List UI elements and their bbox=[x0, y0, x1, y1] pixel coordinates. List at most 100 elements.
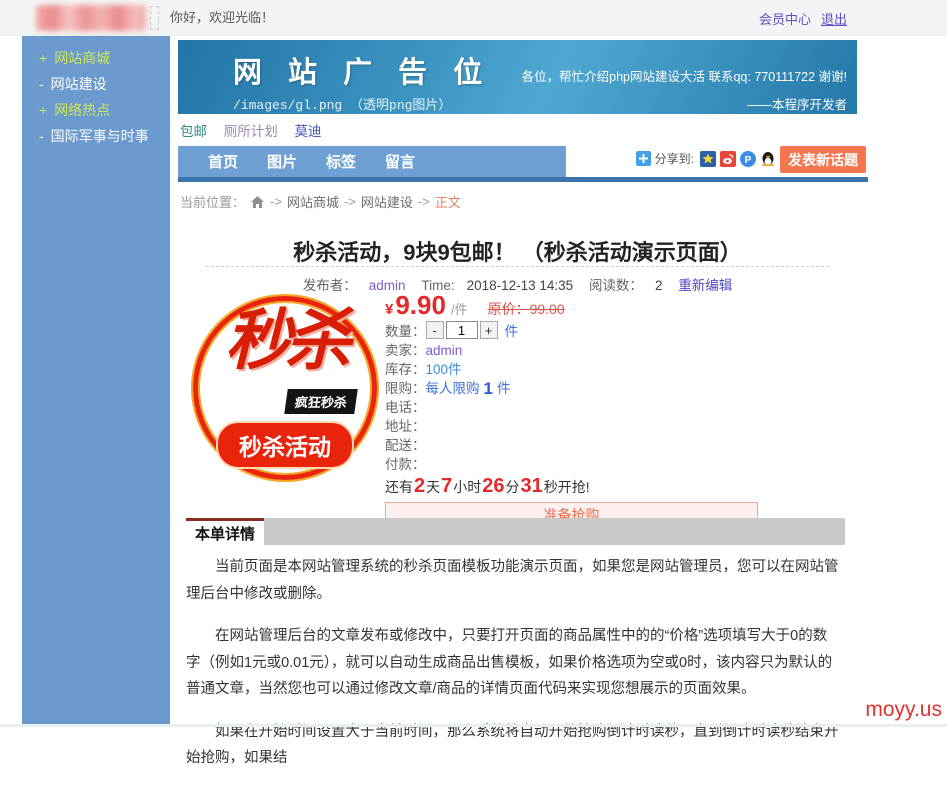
publisher-label: 发布者： bbox=[303, 278, 357, 293]
nav-item-pictures[interactable]: 图片 bbox=[267, 151, 297, 172]
stock-label: 库存： bbox=[385, 362, 426, 377]
countdown-minutes: 26 bbox=[482, 475, 504, 498]
detail-body: 当前页面是本网站管理系统的秒杀页面模板功能演示页面，如果您是网站管理员，您可以在… bbox=[186, 554, 841, 788]
tag-links: 包邮 厕所计划 莫迪 bbox=[180, 120, 335, 140]
stock-row: 库存： 100件 bbox=[385, 362, 758, 377]
breadcrumb-current: 正文 bbox=[435, 192, 461, 211]
countdown-prefix: 还有 bbox=[385, 477, 413, 497]
delivery-label: 配送： bbox=[385, 438, 426, 453]
sidebar-item-website-build[interactable]: -网站建设 bbox=[22, 71, 170, 97]
banner-promo-line2: ——本程序开发者 bbox=[522, 94, 847, 113]
new-topic-button[interactable]: 发表新话题 bbox=[780, 146, 866, 173]
collapse-icon: - bbox=[39, 76, 44, 92]
tag-link-baoyou[interactable]: 包邮 bbox=[180, 124, 207, 139]
welcome-text: 你好，欢迎光临！ bbox=[170, 0, 274, 36]
phone-label: 电话： bbox=[385, 400, 426, 415]
seller-link[interactable]: admin bbox=[426, 343, 463, 358]
topbar-links: 会员中心 退出 bbox=[759, 0, 847, 36]
main-content: 网 站 广 告 位 /images/gl.png （透明png图片） 各位，帮忙… bbox=[178, 40, 857, 727]
quantity-unit: 件 bbox=[505, 320, 519, 340]
sidebar-item-label: 网络热点 bbox=[54, 102, 110, 118]
quantity-row: 数量： - + 件 bbox=[385, 321, 758, 339]
payment-row: 付款： bbox=[385, 457, 758, 472]
share-label: 分享到: bbox=[655, 150, 694, 167]
quantity-input[interactable] bbox=[446, 321, 478, 339]
sidebar-item-world-news[interactable]: -国际军事与时事 bbox=[22, 123, 170, 149]
quantity-minus-button[interactable]: - bbox=[426, 321, 444, 339]
delivery-row: 配送： bbox=[385, 438, 758, 453]
address-label: 地址： bbox=[385, 419, 426, 434]
tag-link-cesuojihua[interactable]: 厕所计划 bbox=[224, 124, 278, 139]
banner-promo-line1: 各位，帮忙介绍php网站建设大活 联系qq: 770111722 谢谢! bbox=[522, 66, 847, 85]
nav-underline bbox=[178, 177, 868, 182]
member-center-link[interactable]: 会员中心 bbox=[759, 9, 811, 28]
banner-left: 网 站 广 告 位 /images/gl.png （透明png图片） bbox=[233, 49, 491, 113]
payment-label: 付款： bbox=[385, 457, 426, 472]
product-image: 秒杀 疯狂秒杀 秒杀活动 bbox=[190, 293, 380, 483]
tab-order-detail[interactable]: 本单详情 bbox=[186, 518, 264, 545]
sidebar-item-hot-topics[interactable]: + 网络热点 bbox=[22, 97, 170, 123]
countdown-hours: 7 bbox=[441, 475, 452, 498]
expand-icon: + bbox=[39, 102, 47, 118]
nav-row: 首页 图片 标签 留言 分享到: P bbox=[178, 146, 868, 182]
quantity-plus-button[interactable]: + bbox=[480, 321, 498, 339]
countdown: 还有 2 天 7 小时 26 分 31 秒开抢! bbox=[385, 475, 758, 497]
breadcrumb-link-website-build[interactable]: 网站建设 bbox=[361, 192, 413, 211]
detail-tabbar: 本单详情 bbox=[186, 518, 845, 545]
detail-paragraph: 在网站管理后台的文章发布或修改中，只要打开页面的商品属性中的的“价格”选项填写大… bbox=[186, 623, 841, 703]
breadcrumb-arrow: -> bbox=[418, 194, 430, 209]
nav-item-tags[interactable]: 标签 bbox=[326, 151, 356, 172]
countdown-seconds: 31 bbox=[521, 475, 543, 498]
seller-row: 卖家： admin bbox=[385, 343, 758, 358]
svg-text:P: P bbox=[745, 155, 752, 166]
sidebar-item-label: 网站商城 bbox=[54, 50, 110, 66]
weibo-icon[interactable] bbox=[720, 151, 736, 167]
seckill-main-text: 秒杀 bbox=[190, 307, 380, 373]
dashed-divider bbox=[206, 266, 829, 267]
p-share-icon[interactable]: P bbox=[740, 151, 756, 167]
ad-banner[interactable]: 网 站 广 告 位 /images/gl.png （透明png图片） 各位，帮忙… bbox=[178, 40, 857, 114]
seckill-ribbon-text: 疯狂秒杀 bbox=[284, 389, 358, 414]
collapse-icon: - bbox=[39, 128, 44, 144]
main-nav: 首页 图片 标签 留言 bbox=[178, 146, 566, 177]
limit-unit: 件 bbox=[497, 381, 511, 396]
phone-row: 电话： bbox=[385, 400, 758, 415]
banner-promo: 各位，帮忙介绍php网站建设大活 联系qq: 770111722 谢谢! ——本… bbox=[522, 66, 847, 113]
product-details: ¥ 9.90 /件 原价：99.00 数量： - + 件 卖家： admin 库… bbox=[385, 290, 758, 527]
limit-value: 1 bbox=[484, 381, 493, 396]
site-logo[interactable] bbox=[36, 5, 146, 31]
logo-placeholder-box bbox=[150, 6, 159, 30]
original-price: 原价：99.00 bbox=[488, 299, 565, 319]
share-plus-icon[interactable] bbox=[636, 151, 651, 166]
banner-subtitle: /images/gl.png （透明png图片） bbox=[233, 94, 491, 113]
address-row: 地址： bbox=[385, 419, 758, 434]
breadcrumb-arrow: -> bbox=[270, 194, 282, 209]
tag-link-modi[interactable]: 莫迪 bbox=[295, 124, 322, 139]
price-value: 9.90 bbox=[395, 290, 446, 321]
page-title: 秒杀活动，9块9包邮！ （秒杀活动演示页面） bbox=[178, 235, 857, 267]
sidebar-item-label: 国际军事与时事 bbox=[51, 128, 149, 144]
detail-paragraph: 当前页面是本网站管理系统的秒杀页面模板功能演示页面，如果您是网站管理员，您可以在… bbox=[186, 554, 841, 607]
qq-penguin-icon[interactable] bbox=[760, 151, 776, 167]
seller-label: 卖家： bbox=[385, 343, 426, 358]
breadcrumb-link-shop[interactable]: 网站商城 bbox=[287, 192, 339, 211]
topbar: 你好，欢迎光临！ 会员中心 退出 bbox=[0, 0, 947, 36]
limit-row: 限购： 每人限购 1 件 bbox=[385, 381, 758, 396]
logout-link[interactable]: 退出 bbox=[821, 9, 847, 28]
breadcrumb-label: 当前位置： bbox=[180, 192, 245, 211]
countdown-days: 2 bbox=[414, 475, 425, 498]
home-icon[interactable] bbox=[250, 195, 265, 209]
nav-item-messages[interactable]: 留言 bbox=[385, 151, 415, 172]
expand-icon: + bbox=[39, 50, 47, 66]
breadcrumb-arrow: -> bbox=[344, 194, 356, 209]
watermark: moyy.us bbox=[865, 698, 942, 722]
sidebar-item-shop[interactable]: + 网站商城 bbox=[22, 45, 170, 71]
qzone-icon[interactable] bbox=[700, 151, 716, 167]
countdown-suffix: 秒开抢! bbox=[544, 477, 590, 497]
sidebar-item-label: 网站建设 bbox=[51, 76, 107, 92]
seckill-pill-text: 秒杀活动 bbox=[216, 421, 354, 469]
nav-item-home[interactable]: 首页 bbox=[208, 151, 238, 172]
price-row: ¥ 9.90 /件 原价：99.00 bbox=[385, 290, 758, 316]
stock-value: 100件 bbox=[426, 362, 462, 377]
limit-prefix: 每人限购 bbox=[426, 381, 480, 396]
